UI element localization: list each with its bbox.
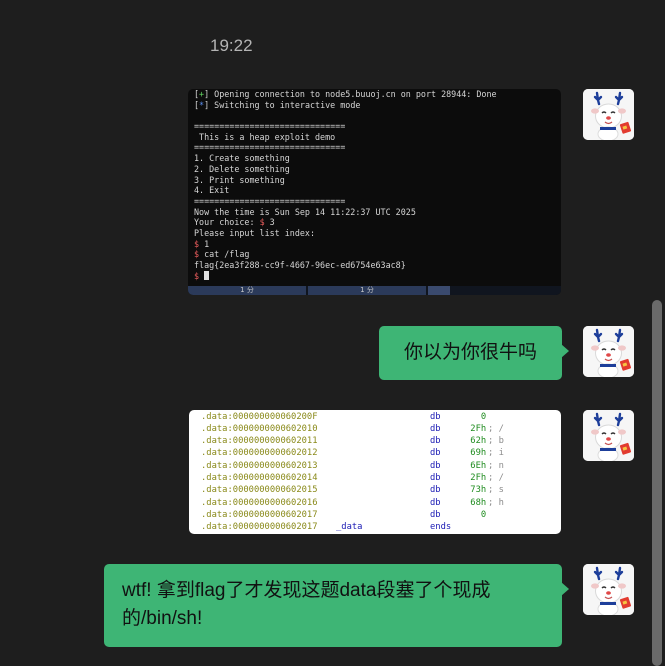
reindeer-mascot-icon <box>583 89 634 140</box>
taskbar-item: 1 分 <box>308 286 426 295</box>
terminal-screenshot-image[interactable]: [+] Opening connection to node5.buuoj.cn… <box>188 89 561 295</box>
taskbar-item: 1 分 <box>188 286 306 295</box>
ida-value: 2Fh <box>465 473 487 483</box>
ida-address: .data:0000000000602011 <box>201 436 318 447</box>
ida-directive: db <box>430 473 441 483</box>
ida-data-row: .data:0000000000602012 db 69h; i <box>201 447 561 459</box>
ida-directive: db <box>430 497 441 508</box>
user-avatar[interactable] <box>583 410 634 461</box>
terminal-line: ============================== <box>194 195 346 206</box>
ida-directive: ends <box>430 522 452 533</box>
ida-value: 73h <box>465 485 487 496</box>
terminal-line: flag{2ea3f288-cc9f-4667-96ec-ed6754e63ac… <box>194 260 406 270</box>
ida-data-row: .data:0000000000602014 db 2Fh; / <box>201 472 561 484</box>
ida-address: .data:0000000000602012 <box>201 448 318 459</box>
ida-comment: ; / <box>488 423 504 434</box>
terminal-line: 4. Exit <box>194 185 230 196</box>
chat-message-bubble[interactable]: wtf! 拿到flag了才发现这题data段塞了个现成的/bin/sh! <box>104 564 569 647</box>
ida-address: .data:0000000000602013 <box>201 460 318 471</box>
ida-data-row: .data:0000000000602017 db 0 <box>201 509 561 521</box>
ida-address: .data:0000000000602014 <box>201 473 318 483</box>
terminal-line: 2. Delete something <box>194 163 290 174</box>
ida-value: 0 <box>465 509 487 520</box>
ida-data-row: .data:0000000000602013 db 6Eh; n <box>201 460 561 472</box>
user-avatar[interactable] <box>583 564 634 615</box>
terminal-line: Please input list index: <box>194 227 316 238</box>
ida-comment: ; b <box>488 436 504 447</box>
terminal-line: $ <box>194 270 497 282</box>
user-avatar[interactable] <box>583 326 634 377</box>
ida-comment: ; s <box>488 485 504 496</box>
ida-value: 68h <box>465 497 487 508</box>
user-avatar[interactable] <box>583 89 634 140</box>
ida-screenshot-image[interactable]: .data:000000000060200F db 0 .data:00000000… <box>189 410 561 534</box>
terminal-line: This is a heap exploit demo <box>194 131 336 142</box>
ida-segment-label: _data <box>336 522 363 533</box>
scrollbar-thumb[interactable] <box>652 300 662 666</box>
ida-address: .data:000000000060200F <box>201 411 318 422</box>
terminal-line: ============================== <box>194 121 346 132</box>
terminal-line: Your choice: $ 3 <box>194 217 275 228</box>
reindeer-mascot-icon <box>583 326 634 377</box>
ida-address: .data:0000000000602017 <box>201 509 318 520</box>
ida-value: 69h <box>465 448 487 459</box>
reindeer-mascot-icon <box>583 564 634 615</box>
ida-data-row: .data:000000000060200F db 0 <box>201 411 561 423</box>
ida-directive: db <box>430 423 441 434</box>
text-cursor <box>204 270 210 280</box>
terminal-line: [+] Opening connection to node5.buuoj.cn… <box>194 89 497 99</box>
taskbar-strip: 1 分 1 分 <box>188 286 561 295</box>
terminal-line: $ 1 <box>194 238 210 249</box>
ida-address: .data:0000000000602015 <box>201 485 318 496</box>
reindeer-mascot-icon <box>583 410 634 461</box>
ida-comment: ; n <box>488 460 504 471</box>
chat-window: 19:22 [+] Opening connection to node5.bu… <box>0 0 665 666</box>
ida-value: 6Eh <box>465 460 487 471</box>
ida-data-row: .data:0000000000602016 db 68h; h <box>201 497 561 509</box>
terminal-line: [*] Switching to interactive mode <box>194 99 361 110</box>
ida-address: .data:0000000000602010 <box>201 423 318 434</box>
terminal-line: 3. Print something <box>194 174 285 185</box>
ida-directive: db <box>430 460 441 471</box>
ida-address: .data:0000000000602017 <box>201 522 318 533</box>
ida-data-row: .data:0000000000602010 db 2Fh; / <box>201 423 561 435</box>
ida-data-row: .data:0000000000602011 db 62h; b <box>201 435 561 447</box>
terminal-line: Now the time is Sun Sep 14 11:22:37 UTC … <box>194 206 416 217</box>
ida-directive: db <box>430 448 441 459</box>
ida-directive: db <box>430 485 441 496</box>
ida-comment: ; / <box>488 473 504 483</box>
chat-message-bubble[interactable]: 你以为你很牛吗 <box>379 326 569 380</box>
ida-directive: db <box>430 436 441 447</box>
terminal-line: $ cat /flag <box>194 249 250 260</box>
message-timestamp: 19:22 <box>210 36 253 55</box>
ida-comment: ; h <box>488 497 504 508</box>
terminal-line: ============================== <box>194 142 346 153</box>
ida-directive: db <box>430 411 441 422</box>
ida-value: 2Fh <box>465 423 487 434</box>
taskbar-item <box>428 286 450 295</box>
ida-comment: ; i <box>488 448 504 459</box>
terminal-output: [+] Opening connection to node5.buuoj.cn… <box>194 89 497 281</box>
ida-value: 62h <box>465 436 487 447</box>
terminal-line: 1. Create something <box>194 153 290 164</box>
ida-address: .data:0000000000602016 <box>201 497 318 508</box>
ida-directive: db <box>430 509 441 520</box>
ida-value: 0 <box>465 411 487 422</box>
ida-data-row: .data:0000000000602015 db 73h; s <box>201 484 561 496</box>
ida-data-row: .data:0000000000602017 _data ends <box>201 521 561 533</box>
